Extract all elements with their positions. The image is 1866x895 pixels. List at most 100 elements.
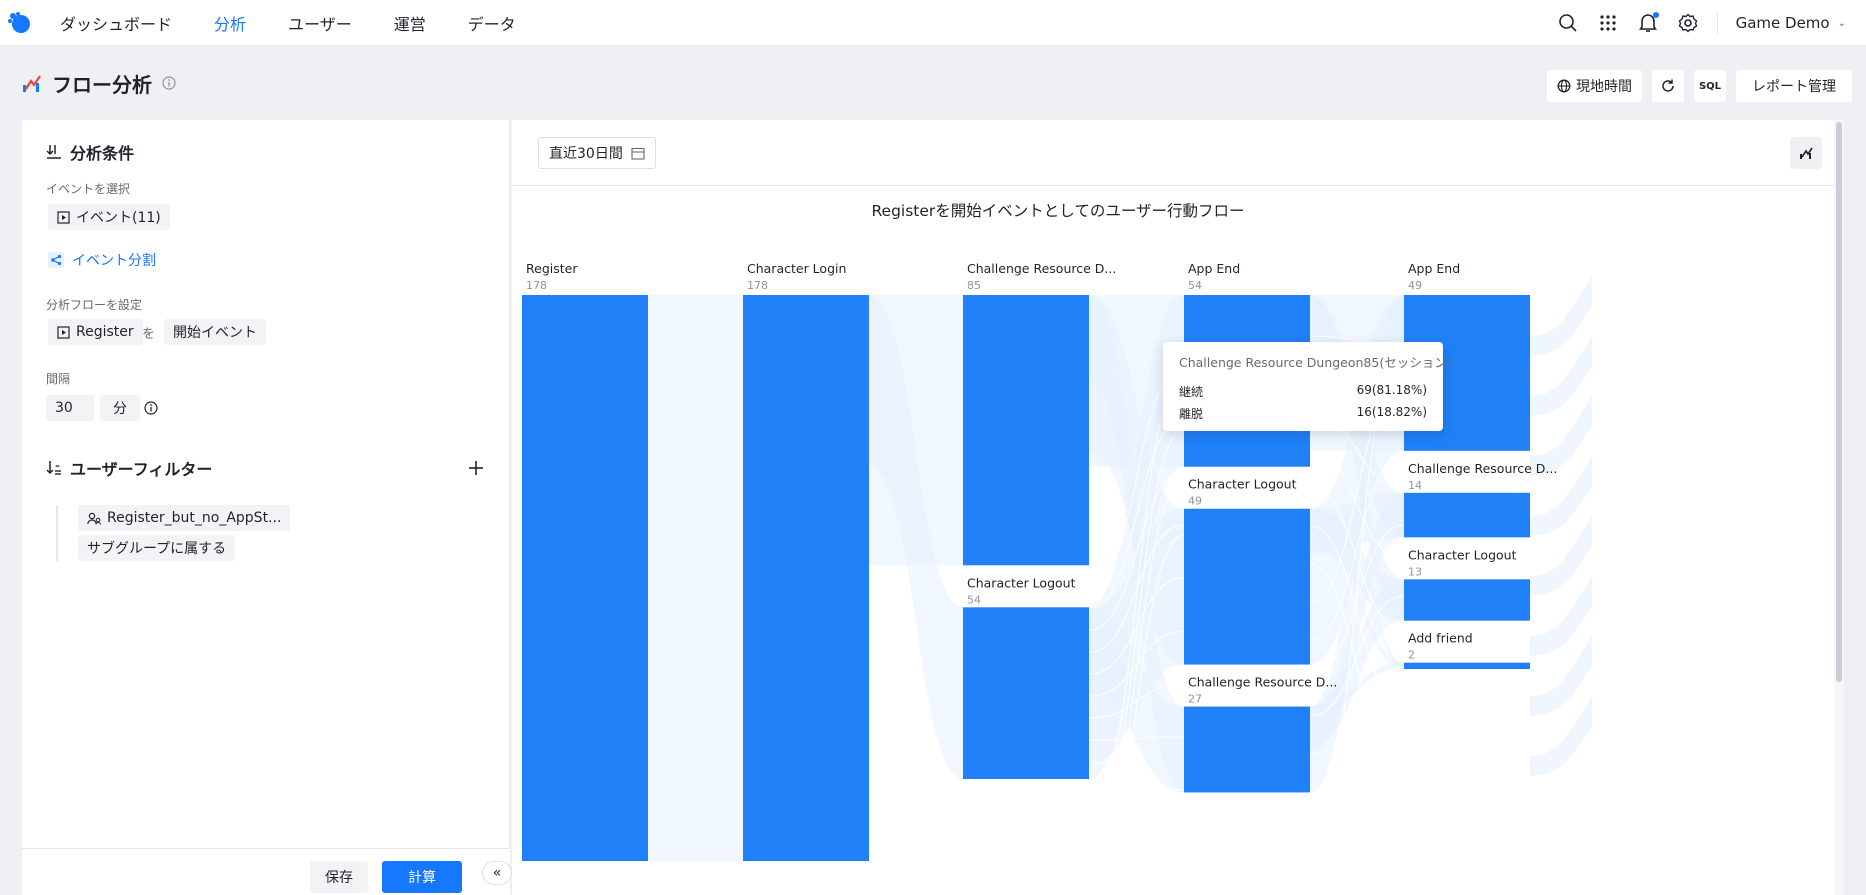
info-icon[interactable] (162, 76, 176, 90)
refresh-button[interactable] (1652, 70, 1684, 102)
save-button[interactable]: 保存 (310, 861, 368, 893)
account-switcher[interactable]: Game Demo ⌄ (1736, 14, 1846, 32)
chart-tooltip: Challenge Resource Dungeon85(セッション) 継続 6… (1163, 342, 1452, 431)
tooltip-row: 離脱 16(18.82%) (1179, 405, 1427, 422)
tooltip-title: Challenge Resource Dungeon85(セッション) (1179, 355, 1452, 370)
flow-node-label: Character Logout (1408, 547, 1517, 562)
flow-node-label: Add friend (1408, 631, 1473, 646)
flow-node (1184, 508, 1310, 665)
sql-button[interactable]: SQL (1694, 70, 1726, 102)
interval-unit-select[interactable]: 分 (100, 395, 140, 421)
refresh-icon (1662, 79, 1674, 92)
start-event-chip[interactable]: Register (48, 319, 143, 345)
tooltip-continue-label: 継続 (1179, 385, 1204, 399)
filter-subgroup-label: Register_but_no_AppSt... (107, 510, 282, 526)
nav-analysis[interactable]: 分析 (214, 11, 246, 35)
event-select-chip[interactable]: イベント(11) (48, 204, 170, 230)
search-icon[interactable] (1557, 12, 1579, 34)
interval-unit-label: 分 (113, 401, 127, 417)
section-title: 分析条件 (70, 144, 135, 163)
event-split-link[interactable]: イベント分割 (48, 250, 156, 270)
chart-toolbar: 直近30日間 (512, 120, 1844, 186)
flow-node-value: 178 (526, 279, 547, 292)
page-header: フロー分析 現地時間 SQL レポート管理 (0, 46, 1866, 120)
notification-bell-icon[interactable] (1637, 12, 1659, 34)
calendar-icon (631, 147, 645, 160)
action-bar: 保存 計算 « (22, 848, 512, 895)
nav-dashboard[interactable]: ダッシュボード (60, 11, 172, 35)
particle-text: を (142, 327, 156, 342)
report-management-button[interactable]: レポート管理 (1736, 70, 1852, 102)
flow-setting-label: 分析フローを設定 (46, 298, 143, 312)
flow-node-label: Challenge Resource D... (1408, 461, 1557, 476)
account-name: Game Demo (1735, 14, 1830, 32)
flow-link (1530, 276, 1592, 356)
analysis-conditions-header: 分析条件 (46, 140, 134, 164)
event-icon (57, 325, 70, 339)
flow-sankey-chart: Registerを開始イベントとしてのユーザー行動フロー Register 178 C… (522, 202, 1592, 873)
app-logo-icon[interactable] (6, 10, 32, 36)
tooltip-exit-value: 16(18.82%) (1356, 405, 1427, 419)
report-management-label: レポート管理 (1752, 79, 1836, 95)
flow-node-value: 13 (1408, 565, 1422, 578)
add-filter-plus-icon[interactable] (468, 460, 484, 476)
event-icon (57, 210, 70, 224)
flow-node-label: Character Login (747, 261, 846, 276)
flow-link (648, 295, 743, 862)
tooltip-exit-label: 離脱 (1179, 407, 1204, 421)
chevron-down-icon: ⌄ (1837, 17, 1846, 29)
flow-node (1404, 492, 1530, 538)
flow-type-select[interactable]: 開始イベント (164, 319, 266, 345)
settings-gear-icon[interactable] (1677, 12, 1699, 34)
flow-node-value: 54 (967, 593, 981, 606)
flow-node (963, 295, 1089, 566)
local-time-button[interactable]: 現地時間 (1547, 70, 1642, 102)
top-nav: ダッシュボード 分析 ユーザー 運営 データ Game Demo ⌄ (0, 0, 1866, 46)
notification-dot (1652, 12, 1659, 18)
filter-subgroup-chip[interactable]: Register_but_no_AppSt... (78, 505, 291, 531)
collapse-panel-button[interactable]: « (482, 861, 512, 885)
filter-condition-label: サブグループに属する (87, 541, 227, 557)
flow-node-label: Character Logout (1188, 477, 1297, 492)
nav-divider (1716, 12, 1718, 34)
local-time-label: 現地時間 (1576, 79, 1632, 95)
filter-group-bar (56, 505, 58, 561)
filter-sort-icon: = (46, 461, 61, 475)
date-range-picker[interactable]: 直近30日間 (538, 137, 656, 169)
user-filter-header: = ユーザーフィルター (46, 456, 212, 480)
flow-node (1404, 579, 1530, 621)
chart-scrollbar[interactable] (1834, 120, 1844, 895)
conditions-icon (46, 145, 61, 159)
nav-users[interactable]: ユーザー (288, 11, 352, 35)
flow-node-value: 49 (1188, 495, 1202, 508)
event-select-chip-label: イベント(11) (76, 210, 161, 226)
tooltip-row: 継続 69(81.18%) (1179, 383, 1427, 400)
user-group-icon (87, 512, 101, 525)
flow-node-label: Register (526, 261, 578, 276)
apps-grid-icon[interactable] (1597, 12, 1619, 34)
interval-info-icon[interactable] (144, 401, 158, 415)
flow-node-value: 27 (1188, 693, 1202, 706)
filter-condition-select[interactable]: サブグループに属する (78, 535, 236, 561)
flow-node-value: 2 (1408, 649, 1415, 662)
flow-type-label: 開始イベント (173, 325, 257, 341)
chart-panel: 直近30日間 Registerを開始イベントとしてのユーザー行動フロー Regis… (512, 120, 1844, 895)
nav-operations[interactable]: 運営 (394, 11, 426, 35)
flow-node-label: Challenge Resource D... (967, 261, 1116, 276)
flow-node (963, 607, 1089, 780)
event-select-label: イベントを選択 (46, 182, 131, 196)
flow-node-label: Challenge Resource D... (1188, 675, 1337, 690)
chart-type-button[interactable] (1790, 137, 1822, 169)
user-filter-title: ユーザーフィルター (70, 460, 213, 479)
nav-data[interactable]: データ (468, 11, 516, 35)
interval-input[interactable]: 30 (46, 395, 94, 421)
globe-icon (1557, 79, 1571, 93)
calculate-button[interactable]: 計算 (382, 861, 462, 893)
flow-node (522, 295, 648, 862)
flow-node (1404, 662, 1530, 670)
flow-node-value: 49 (1408, 279, 1422, 292)
chart-scrollbar-thumb[interactable] (1836, 122, 1842, 682)
flow-node-value: 85 (967, 279, 981, 292)
event-split-label: イベント分割 (72, 253, 156, 269)
flow-node-label: App End (1408, 261, 1460, 276)
